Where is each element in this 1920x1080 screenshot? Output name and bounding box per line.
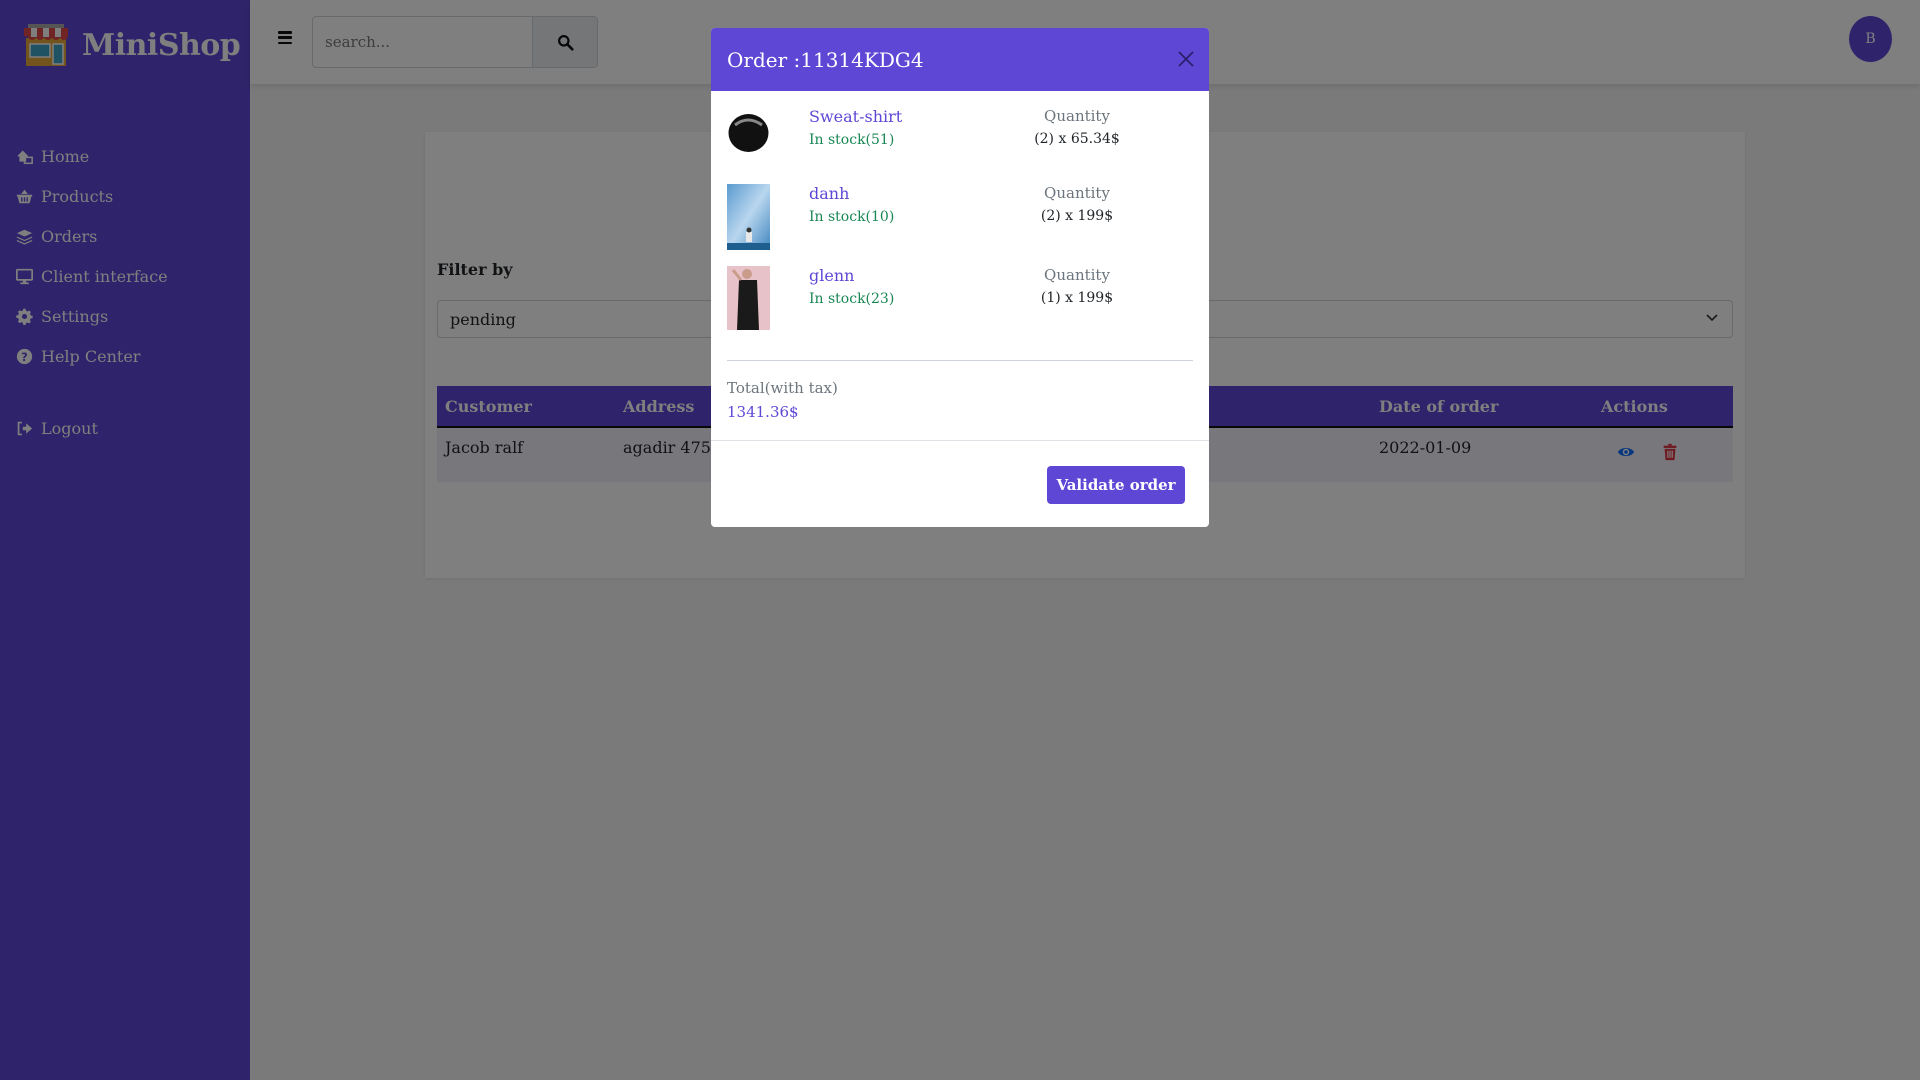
- item-stock: In stock(51): [809, 132, 895, 148]
- quantity-label: Quantity: [1044, 107, 1110, 125]
- order-item: glenn In stock(23) Quantity (1) x 199$: [727, 266, 1193, 350]
- item-name[interactable]: danh: [809, 184, 894, 203]
- total-label: Total(with tax): [727, 379, 838, 397]
- quantity-value: (1) x 199$: [1040, 290, 1114, 306]
- order-item: danh In stock(10) Quantity (2) x 199$: [727, 184, 1193, 266]
- modal-footer: Validate order: [711, 440, 1209, 527]
- item-info: glenn In stock(23): [809, 266, 894, 307]
- item-stock: In stock(10): [809, 209, 895, 225]
- total-value: 1341.36$: [727, 403, 799, 421]
- item-info: danh In stock(10): [809, 184, 894, 225]
- item-name[interactable]: Sweat-shirt: [809, 107, 902, 126]
- quantity-label: Quantity: [1044, 266, 1110, 284]
- validate-order-button[interactable]: Validate order: [1047, 466, 1185, 504]
- item-quantity: Quantity (2) x 199$: [1027, 184, 1127, 224]
- item-quantity: Quantity (1) x 199$: [1027, 266, 1127, 306]
- item-stock: In stock(23): [809, 291, 895, 307]
- close-icon[interactable]: [1177, 50, 1195, 68]
- order-modal: Order :11314KDG4 Sweat-shirt In stock(51…: [711, 28, 1209, 527]
- divider: [727, 360, 1193, 361]
- item-info: Sweat-shirt In stock(51): [809, 107, 902, 148]
- quantity-value: (2) x 65.34$: [1034, 131, 1120, 147]
- product-thumbnail-glenn[interactable]: [727, 266, 770, 330]
- item-quantity: Quantity (2) x 65.34$: [1027, 107, 1127, 147]
- modal-header: Order :11314KDG4: [711, 28, 1209, 91]
- product-thumbnail-sweatshirt[interactable]: [727, 107, 770, 153]
- modal-body: Sweat-shirt In stock(51) Quantity (2) x …: [711, 91, 1209, 421]
- item-name[interactable]: glenn: [809, 266, 894, 285]
- modal-title: Order :11314KDG4: [727, 47, 924, 72]
- quantity-label: Quantity: [1044, 184, 1110, 202]
- quantity-value: (2) x 199$: [1040, 208, 1114, 224]
- order-item: Sweat-shirt In stock(51) Quantity (2) x …: [727, 107, 1193, 184]
- product-thumbnail-danh[interactable]: [727, 184, 770, 250]
